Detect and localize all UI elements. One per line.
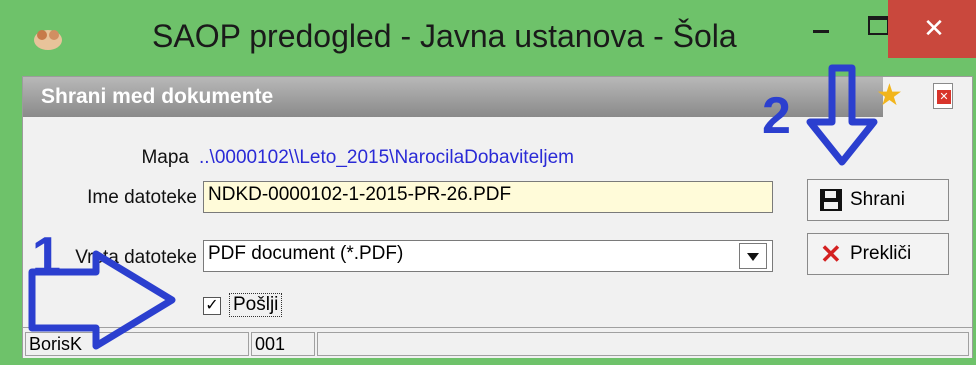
annotation-number-2: 2: [762, 87, 791, 145]
annotation-number-1: 1: [32, 227, 61, 285]
annotation-overlay: [28, 64, 878, 350]
app-window: SAOP predogled - Javna ustanova - Šola ✕…: [0, 0, 976, 365]
annotation-arrow-2: [806, 64, 878, 166]
